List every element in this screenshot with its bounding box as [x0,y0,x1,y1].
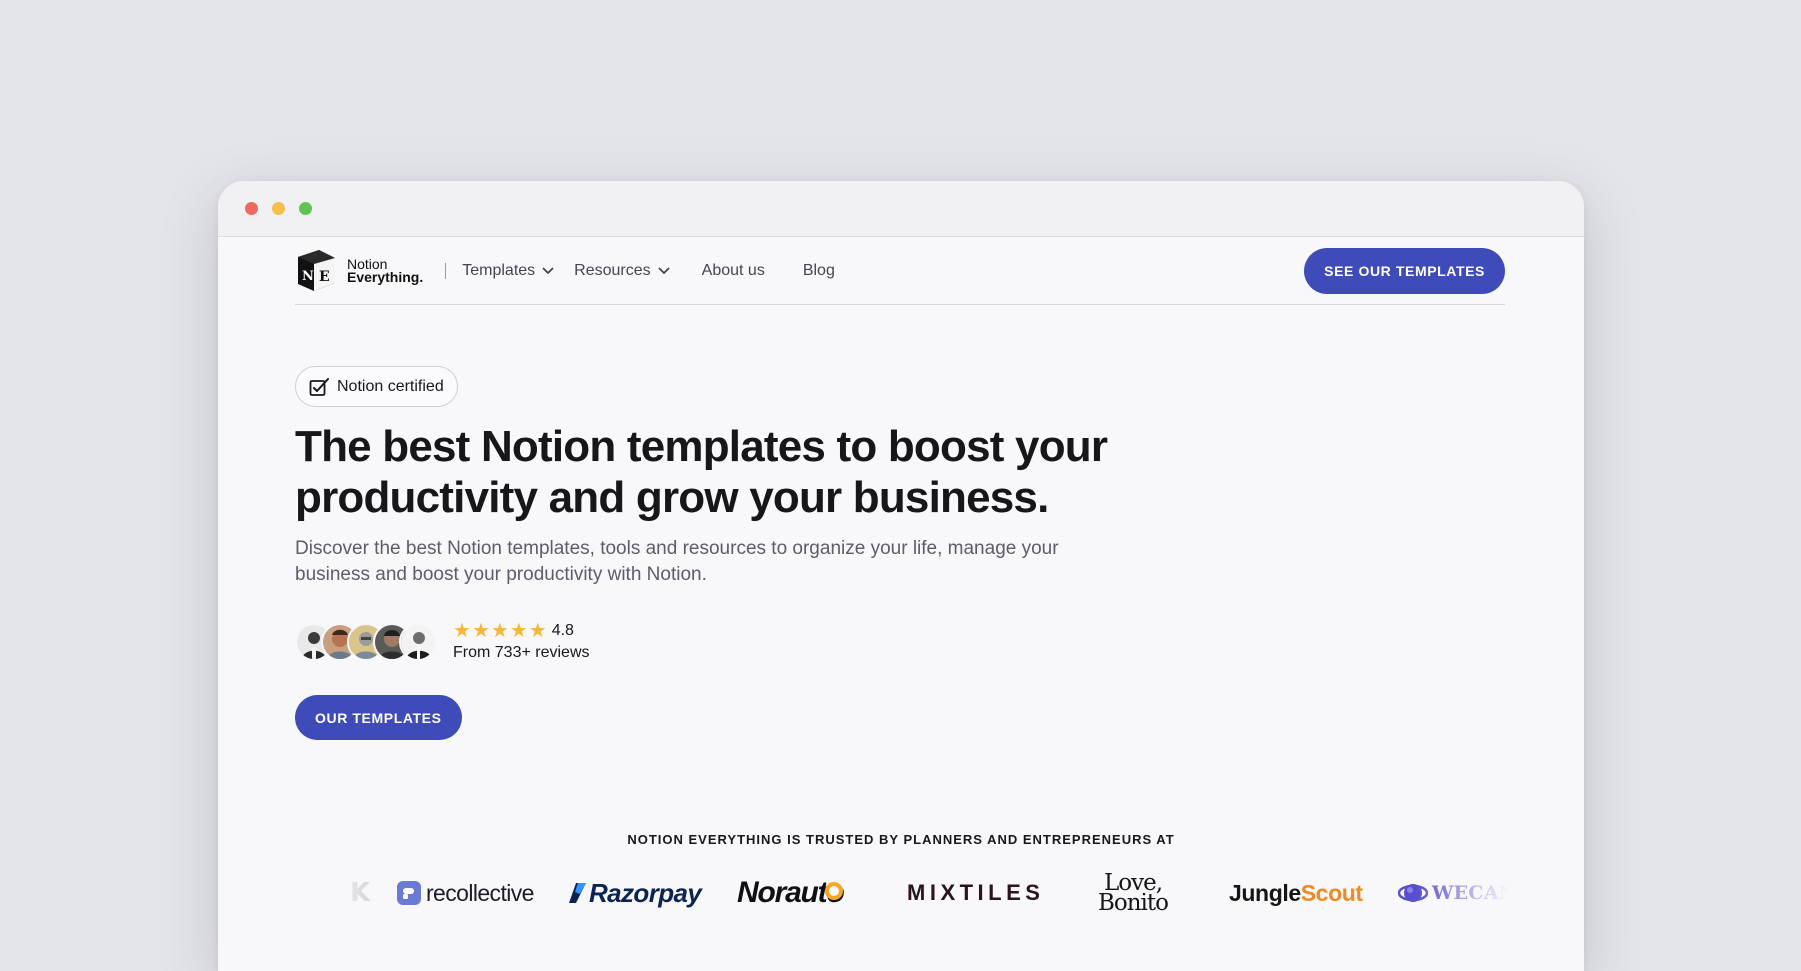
chevron-down-icon [658,267,670,274]
minimize-window-button[interactable] [272,202,285,215]
chevron-down-icon [542,267,554,274]
star-icon: ★ [528,620,547,642]
nav-item-label: Resources [574,261,651,279]
brand-logo-recollective: recollective [396,865,534,921]
logo-line-2: Everything. [347,268,424,285]
logo-wordmark: Notion Everything. [347,257,424,285]
star-icon: ★ [509,620,528,642]
avatar [399,622,437,661]
star-icon: ★ [490,620,509,642]
brand-logo-norauto: Norauto [737,876,845,909]
brand-logo-partial: K [350,878,371,908]
badge-label: Notion certified [337,377,444,395]
hero-subtext: Discover the best Notion templates, tool… [295,538,1059,585]
nav-item-label: About us [701,261,765,279]
reviews-count: From 733+ reviews [453,644,590,661]
brand-logo-love-bonito: Love, Bonito [1098,870,1169,916]
maximize-window-button[interactable] [299,202,312,215]
reviewer-avatars [295,622,437,661]
certified-checkbox-icon [309,377,329,396]
norauto-o-mark [824,882,843,900]
star-icon: ★ [453,620,471,642]
site-logo[interactable]: N E Notion Everything. [295,249,423,293]
our-templates-button[interactable]: OUR TEMPLATES [295,695,462,740]
rating-block: ★ ★ ★ ★ ★ 4.8 From 733+ reviews [453,621,590,662]
logo-glyph-n: N [302,269,314,284]
brand-logo-razorpay: Razorpay [568,865,702,921]
nav-item-label: Templates [462,261,536,279]
trusted-by-heading: NOTION EVERYTHING IS TRUSTED BY PLANNERS… [627,832,1175,847]
wecan-logo-icon [1398,884,1428,902]
razorpay-logo-icon [569,883,586,903]
brand-logo-wecan: WECANI [1398,865,1508,921]
reviews-summary: ★ ★ ★ ★ ★ 4.8 From 733+ reviews [295,621,590,662]
recollective-logo-icon [397,881,421,905]
logo-glyph-e: E [319,269,330,285]
nav-item-blog[interactable]: Blog [803,262,835,280]
notion-everything-logo-icon: N E [295,249,337,293]
top-navigation: N E Notion Everything. Templates Resourc… [295,237,1505,305]
nav-item-about-us[interactable]: About us [702,262,765,280]
hero-headline: The best Notion templates to boost your … [295,422,1108,522]
close-window-button[interactable] [245,202,258,215]
notion-certified-badge: Notion certified [295,366,458,407]
browser-window: N E Notion Everything. Templates Resourc… [218,181,1584,971]
star-icon: ★ [471,620,490,642]
rating-row: ★ ★ ★ ★ ★ 4.8 [453,621,590,641]
rating-value: 4.8 [551,622,574,639]
nav-item-label: Blog [802,261,835,279]
brand-logo-mixtiles: MIXTILES [907,880,1045,905]
nav-item-resources[interactable]: Resources [574,261,670,280]
brand-logo-jungle-scout: Jungle Scout [1229,879,1363,906]
see-our-templates-button[interactable]: SEE OUR TEMPLATES [1304,247,1505,294]
nav-divider [445,262,447,279]
brand-logo-strip: K recollective Razorpay Norauto MIXTILES [318,865,1508,921]
window-titlebar [218,181,1584,237]
nav-item-templates[interactable]: Templates [462,262,554,280]
